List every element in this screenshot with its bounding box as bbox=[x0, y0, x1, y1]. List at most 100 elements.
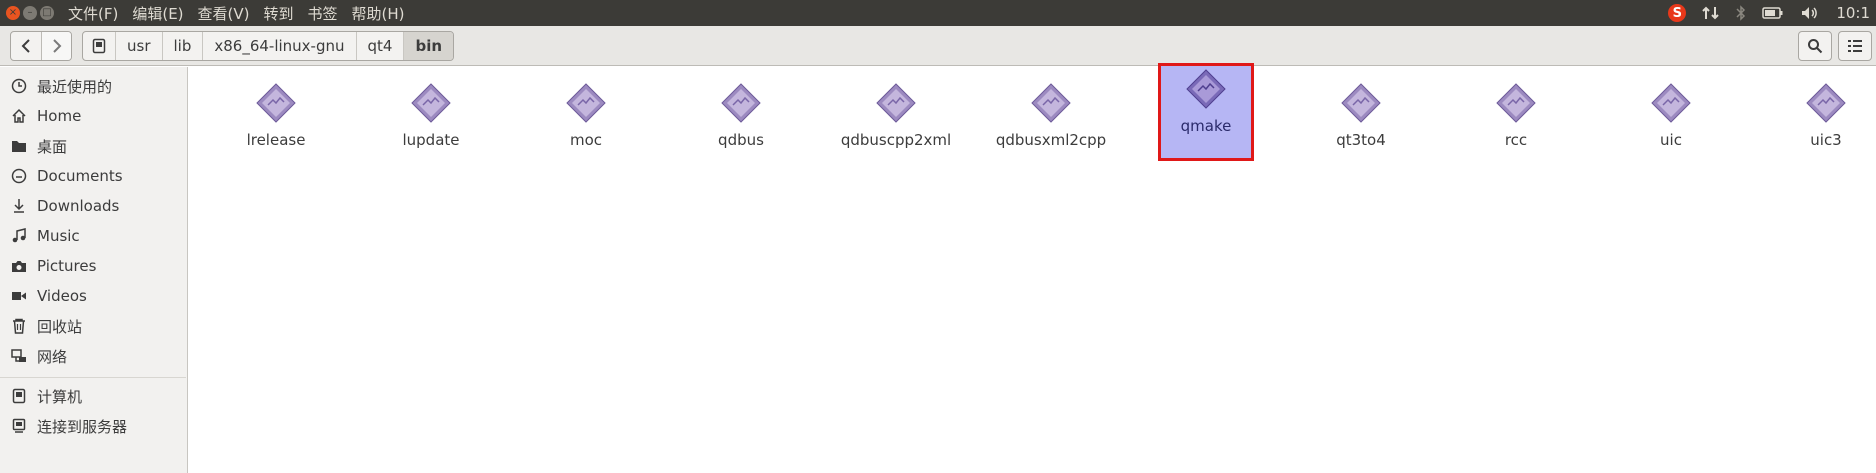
sidebar-item-recent[interactable]: 最近使用的 bbox=[0, 73, 186, 99]
drive-icon bbox=[92, 38, 106, 53]
sidebar-item-label: 连接到服务器 bbox=[37, 417, 128, 436]
minimize-window-button[interactable]: – bbox=[23, 6, 37, 20]
file-item-qt3to4[interactable]: qt3to4 bbox=[1313, 77, 1409, 175]
sidebar-item-videos[interactable]: Videos bbox=[0, 283, 186, 309]
sidebar-item-network[interactable]: 网络 bbox=[0, 343, 186, 369]
volume-icon[interactable] bbox=[1800, 5, 1820, 21]
breadcrumb-x86-64-linux-gnu[interactable]: x86_64-linux-gnu bbox=[203, 31, 357, 60]
file-name: uic3 bbox=[1810, 131, 1842, 149]
sidebar-item-music[interactable]: Music bbox=[0, 223, 186, 249]
toolbar: usr lib x86_64-linux-gnu qt4 bin bbox=[0, 26, 1876, 66]
sidebar-item-label: Pictures bbox=[37, 257, 97, 275]
sidebar-item-trash[interactable]: 回收站 bbox=[0, 313, 186, 339]
sidebar-item-label: Documents bbox=[37, 167, 123, 185]
sidebar-item-label: 回收站 bbox=[37, 317, 83, 336]
sidebar-item-label: Downloads bbox=[37, 197, 120, 215]
sidebar-item-computer[interactable]: 计算机 bbox=[0, 383, 186, 409]
executable-file-icon bbox=[1031, 83, 1071, 123]
file-name: qdbuscpp2xml bbox=[840, 131, 952, 149]
menu-view[interactable]: 查看(V) bbox=[198, 3, 250, 24]
breadcrumb-bin[interactable]: bin bbox=[404, 31, 454, 60]
drive-icon bbox=[10, 387, 28, 405]
file-name: moc bbox=[569, 131, 603, 149]
search-icon bbox=[1808, 39, 1823, 54]
file-name: qdbusxml2cpp bbox=[995, 131, 1107, 149]
sidebar-item-documents[interactable]: Documents bbox=[0, 163, 186, 189]
sidebar-item-desktop[interactable]: 桌面 bbox=[0, 133, 186, 159]
sidebar-item-label: 桌面 bbox=[37, 137, 68, 156]
executable-file-icon bbox=[876, 83, 916, 123]
file-name: qt3to4 bbox=[1336, 131, 1386, 149]
breadcrumb-usr[interactable]: usr bbox=[116, 31, 163, 60]
network-icon bbox=[10, 347, 28, 365]
server-icon bbox=[10, 417, 28, 435]
sidebar-item-label: 最近使用的 bbox=[37, 77, 113, 96]
close-window-button[interactable]: × bbox=[6, 6, 20, 20]
file-item-uic3[interactable]: uic3 bbox=[1778, 77, 1874, 175]
executable-file-icon bbox=[1496, 83, 1536, 123]
camera-icon bbox=[10, 257, 28, 275]
file-name: uic bbox=[1660, 131, 1682, 149]
sidebar-item-pictures[interactable]: Pictures bbox=[0, 253, 186, 279]
sidebar-item-label: Home bbox=[37, 107, 82, 125]
trash-icon bbox=[10, 317, 28, 335]
file-name: rcc bbox=[1504, 131, 1528, 149]
list-view-icon bbox=[1848, 40, 1862, 52]
executable-file-icon bbox=[1186, 69, 1226, 109]
sidebar-item-home[interactable]: Home bbox=[0, 103, 186, 129]
executable-file-icon bbox=[1341, 83, 1381, 123]
sidebar-item-connect-server[interactable]: 连接到服务器 bbox=[0, 413, 186, 439]
top-menu-bar: × – □ 文件(F) 编辑(E) 查看(V) 转到 书签 帮助(H) S 10… bbox=[0, 0, 1876, 26]
executable-file-icon bbox=[566, 83, 606, 123]
system-tray: S 10:1 bbox=[1668, 0, 1876, 26]
breadcrumb-root[interactable] bbox=[83, 31, 116, 60]
back-arrow-icon bbox=[21, 38, 30, 53]
menu-help[interactable]: 帮助(H) bbox=[352, 3, 405, 24]
input-method-icon[interactable]: S bbox=[1668, 4, 1687, 22]
file-name: qmake bbox=[1180, 117, 1232, 135]
file-item-uic[interactable]: uic bbox=[1623, 77, 1719, 175]
window-controls: × – □ bbox=[6, 6, 54, 20]
home-icon bbox=[10, 107, 28, 125]
file-item-lrelease[interactable]: lrelease bbox=[228, 77, 324, 175]
toolbar-right bbox=[1798, 31, 1876, 61]
menu-bookmarks[interactable]: 书签 bbox=[308, 3, 338, 24]
clock[interactable]: 10:1 bbox=[1836, 4, 1870, 22]
navigation-buttons bbox=[10, 30, 72, 61]
sidebar-item-label: Music bbox=[37, 227, 80, 245]
sidebar-item-label: 计算机 bbox=[37, 387, 83, 406]
search-button[interactable] bbox=[1798, 31, 1832, 61]
menu-edit[interactable]: 编辑(E) bbox=[132, 3, 183, 24]
back-button[interactable] bbox=[11, 32, 41, 60]
document-icon bbox=[10, 167, 28, 185]
file-item-qdbus[interactable]: qdbus bbox=[693, 77, 789, 175]
maximize-window-button[interactable]: □ bbox=[40, 6, 54, 20]
file-item-qdbuscpp2xml[interactable]: qdbuscpp2xml bbox=[841, 77, 951, 175]
file-item-qmake[interactable]: qmake bbox=[1158, 63, 1254, 161]
sidebar-item-label: 网络 bbox=[37, 347, 68, 366]
file-name: lrelease bbox=[246, 131, 306, 149]
file-name: qdbus bbox=[718, 131, 764, 149]
breadcrumb: usr lib x86_64-linux-gnu qt4 bin bbox=[82, 30, 455, 61]
file-item-qdbusxml2cpp[interactable]: qdbusxml2cpp bbox=[996, 77, 1106, 175]
download-icon bbox=[10, 197, 28, 215]
menu-file[interactable]: 文件(F) bbox=[68, 3, 118, 24]
breadcrumb-qt4[interactable]: qt4 bbox=[357, 31, 405, 60]
sidebar: 最近使用的 Home 桌面 Documents Downloads Music … bbox=[0, 67, 188, 473]
file-item-moc[interactable]: moc bbox=[538, 77, 634, 175]
bluetooth-icon[interactable] bbox=[1736, 5, 1746, 21]
battery-icon[interactable] bbox=[1762, 6, 1784, 20]
network-transfer-icon[interactable] bbox=[1702, 5, 1720, 21]
menu-go[interactable]: 转到 bbox=[264, 3, 294, 24]
sidebar-item-downloads[interactable]: Downloads bbox=[0, 193, 186, 219]
view-list-button[interactable] bbox=[1838, 31, 1872, 61]
file-item-lupdate[interactable]: lupdate bbox=[383, 77, 479, 175]
file-item-rcc[interactable]: rcc bbox=[1468, 77, 1564, 175]
executable-file-icon bbox=[256, 83, 296, 123]
forward-button[interactable] bbox=[41, 31, 71, 60]
sidebar-divider bbox=[0, 377, 186, 378]
video-icon bbox=[10, 287, 28, 305]
breadcrumb-lib[interactable]: lib bbox=[163, 31, 204, 60]
file-view: lrelease lupdate moc qdbus qdbuscpp2xml … bbox=[189, 63, 1876, 473]
sidebar-item-label: Videos bbox=[37, 287, 87, 305]
